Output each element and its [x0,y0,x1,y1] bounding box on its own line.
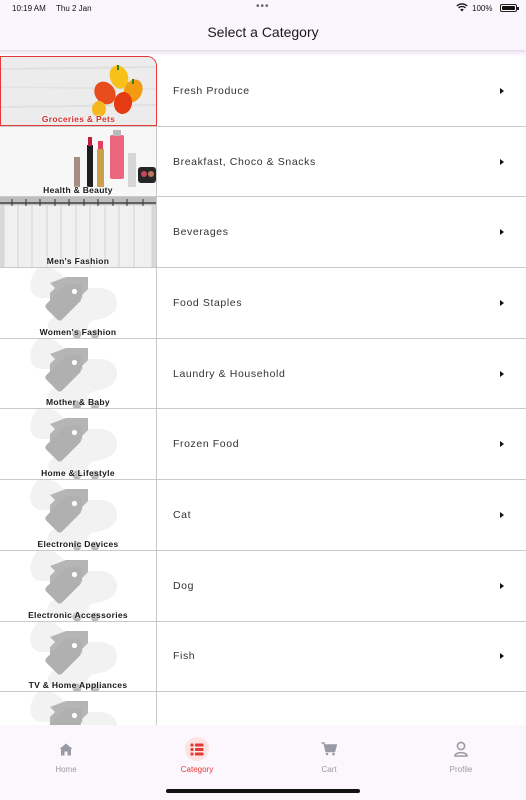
category-tile-more[interactable] [0,692,157,725]
status-time: 10:19 AM [12,4,46,13]
chevron-right-icon[interactable] [500,511,504,518]
chevron-right-icon[interactable] [500,87,504,94]
category-row: TV & Home Appliances Fish [0,621,526,693]
category-tile-womens-fashion[interactable]: Women's Fashion [0,268,157,338]
category-row: Women's Fashion Food Staples [0,268,526,339]
placeholder-tag-icon [0,692,156,725]
category-icon [185,737,209,761]
subcategory-label[interactable]: Fresh Produce [173,85,250,97]
home-icon [54,737,78,761]
home-indicator [166,789,360,793]
category-label: TV & Home Appliances [28,680,128,691]
chevron-right-icon[interactable] [500,370,504,377]
subcategory-label[interactable]: Breakfast, Choco & Snacks [173,156,316,168]
category-tile-groceries[interactable]: Groceries & Pets [0,56,157,126]
wifi-icon [456,3,468,14]
subcategory-label[interactable]: Frozen Food [173,438,239,450]
category-label: Groceries & Pets [41,113,116,124]
nav-profile[interactable]: Profile [421,737,501,774]
app-screen: 10:19 AM Thu 2 Jan ••• 100% Select a Cat… [0,0,526,800]
chevron-right-icon[interactable] [500,582,504,589]
multitasking-dots[interactable]: ••• [256,1,270,12]
nav-category[interactable]: Category [157,737,237,774]
category-label: Health & Beauty [43,185,113,196]
category-list[interactable]: Groceries & Pets Fresh Produce Health & … [0,56,526,725]
category-label: Home & Lifestyle [41,468,115,479]
subcategory-label[interactable]: Dog [173,580,194,592]
status-date: Thu 2 Jan [56,4,92,13]
nav-cart[interactable]: Cart [289,737,369,774]
subcategory-label[interactable]: Fish [173,650,195,662]
chevron-right-icon[interactable] [500,229,504,236]
category-tile-home-lifestyle[interactable]: Home & Lifestyle [0,409,157,480]
category-tile-mens-fashion[interactable]: Men's Fashion [0,197,157,268]
category-row: Home & Lifestyle Frozen Food [0,409,526,481]
chevron-right-icon[interactable] [500,653,504,660]
category-label: Electronic Devices [37,538,119,549]
profile-icon [449,737,473,761]
category-label: Men's Fashion [46,256,110,267]
page-title: Select a Category [207,24,319,40]
app-header: Select a Category [0,16,526,51]
battery-percentage: 100% [472,4,493,13]
nav-profile-label: Profile [449,765,473,774]
category-row: Electronic Devices Cat [0,480,526,551]
category-tile-health-beauty[interactable]: Health & Beauty [0,126,157,197]
nav-home-label: Home [55,765,77,774]
battery-icon [500,4,519,12]
category-tile-electronic-devices[interactable]: Electronic Devices [0,480,157,550]
nav-home[interactable]: Home [26,737,106,774]
category-row [0,692,526,725]
chevron-right-icon[interactable] [500,158,504,165]
nav-cart-label: Cart [321,765,337,774]
chevron-right-icon[interactable] [500,441,504,448]
category-tile-electronic-accessories[interactable]: Electronic Accessories [0,550,157,621]
category-tile-tv-home-appliances[interactable]: TV & Home Appliances [0,621,157,692]
category-row: Men's Fashion Beverages [0,197,526,269]
category-row: Electronic Accessories Dog [0,550,526,622]
chevron-right-icon[interactable] [500,299,504,306]
category-tile-mother-baby[interactable]: Mother & Baby [0,338,157,409]
cart-icon [317,737,341,761]
category-label: Women's Fashion [39,326,117,337]
category-row: Health & Beauty Breakfast, Choco & Snack… [0,126,526,198]
status-bar: 10:19 AM Thu 2 Jan ••• 100% [0,0,526,16]
subcategory-label[interactable]: Food Staples [173,297,242,309]
subcategory-label[interactable]: Cat [173,509,191,521]
category-label: Mother & Baby [46,397,110,408]
nav-category-label: Category [180,765,214,774]
category-label: Electronic Accessories [28,609,128,620]
category-row: Mother & Baby Laundry & Household [0,338,526,410]
subcategory-label[interactable]: Beverages [173,226,229,238]
subcategory-label[interactable]: Laundry & Household [173,368,285,380]
category-row: Groceries & Pets Fresh Produce [0,56,526,127]
